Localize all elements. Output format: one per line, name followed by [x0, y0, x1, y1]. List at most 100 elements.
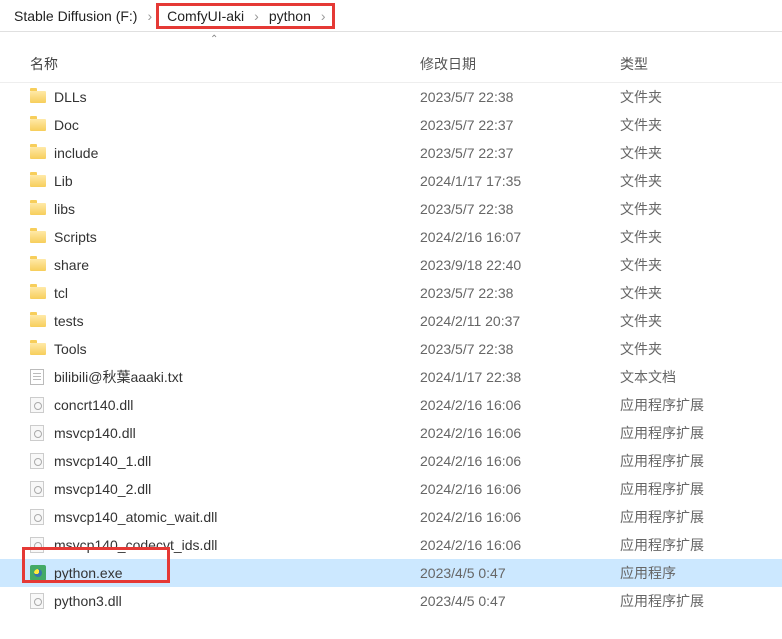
- breadcrumb-seg1[interactable]: ComfyUI-aki: [161, 6, 250, 26]
- folder-icon: [30, 259, 46, 271]
- file-row[interactable]: Tools2023/5/7 22:38文件夹: [0, 335, 782, 363]
- dll-icon: [30, 537, 44, 553]
- file-row[interactable]: DLLs2023/5/7 22:38文件夹: [0, 83, 782, 111]
- folder-icon: [30, 175, 46, 187]
- file-row[interactable]: include2023/5/7 22:37文件夹: [0, 139, 782, 167]
- file-name: Scripts: [54, 229, 420, 245]
- file-row[interactable]: share2023/9/18 22:40文件夹: [0, 251, 782, 279]
- file-type: 文件夹: [620, 171, 760, 191]
- file-type: 应用程序扩展: [620, 395, 760, 415]
- file-type: 文本文档: [620, 367, 760, 387]
- file-name: msvcp140_2.dll: [54, 481, 420, 497]
- folder-icon: [30, 315, 46, 327]
- file-row[interactable]: msvcp140_2.dll2024/2/16 16:06应用程序扩展: [0, 475, 782, 503]
- file-type: 文件夹: [620, 199, 760, 219]
- file-type: 应用程序扩展: [620, 591, 760, 611]
- chevron-right-icon: ›: [250, 8, 263, 24]
- file-type: 文件夹: [620, 227, 760, 247]
- file-name: Tools: [54, 341, 420, 357]
- file-date: 2023/9/18 22:40: [420, 257, 620, 273]
- file-row[interactable]: tests2024/2/11 20:37文件夹: [0, 307, 782, 335]
- folder-icon: [30, 287, 46, 299]
- file-row[interactable]: python3.dll2023/4/5 0:47应用程序扩展: [0, 587, 782, 615]
- file-type: 应用程序扩展: [620, 423, 760, 443]
- breadcrumb-root[interactable]: Stable Diffusion (F:): [8, 6, 143, 26]
- file-row[interactable]: Scripts2024/2/16 16:07文件夹: [0, 223, 782, 251]
- file-name: msvcp140_1.dll: [54, 453, 420, 469]
- chevron-right-icon: ›: [143, 8, 156, 24]
- file-type: 应用程序扩展: [620, 479, 760, 499]
- file-date: 2023/5/7 22:38: [420, 341, 620, 357]
- file-date: 2024/2/16 16:07: [420, 229, 620, 245]
- file-name: bilibili@秋葉aaaki.txt: [54, 367, 420, 387]
- file-name: tests: [54, 313, 420, 329]
- file-name: msvcp140_atomic_wait.dll: [54, 509, 420, 525]
- file-type: 文件夹: [620, 115, 760, 135]
- file-date: 2024/2/16 16:06: [420, 537, 620, 553]
- file-date: 2024/2/16 16:06: [420, 509, 620, 525]
- file-name: include: [54, 145, 420, 161]
- header-type[interactable]: 类型: [620, 54, 760, 74]
- file-name: msvcp140_codecvt_ids.dll: [54, 537, 420, 553]
- dll-icon: [30, 593, 44, 609]
- file-date: 2023/5/7 22:37: [420, 145, 620, 161]
- header-date[interactable]: 修改日期: [420, 54, 620, 74]
- dll-icon: [30, 397, 44, 413]
- file-name: msvcp140.dll: [54, 425, 420, 441]
- file-type: 文件夹: [620, 311, 760, 331]
- dll-icon: [30, 481, 44, 497]
- file-row[interactable]: concrt140.dll2024/2/16 16:06应用程序扩展: [0, 391, 782, 419]
- header-name[interactable]: 名称: [30, 54, 420, 74]
- file-row[interactable]: msvcp140_codecvt_ids.dll2024/2/16 16:06应…: [0, 531, 782, 559]
- breadcrumb[interactable]: Stable Diffusion (F:) › ComfyUI-aki › py…: [0, 0, 782, 32]
- txt-icon: [30, 369, 44, 385]
- file-date: 2023/5/7 22:38: [420, 285, 620, 301]
- file-type: 应用程序扩展: [620, 507, 760, 527]
- exe-icon: [30, 565, 46, 581]
- folder-icon: [30, 203, 46, 215]
- file-date: 2024/2/16 16:06: [420, 453, 620, 469]
- file-row[interactable]: msvcp140_atomic_wait.dll2024/2/16 16:06应…: [0, 503, 782, 531]
- file-row[interactable]: msvcp140_1.dll2024/2/16 16:06应用程序扩展: [0, 447, 782, 475]
- file-name: Lib: [54, 173, 420, 189]
- file-row[interactable]: msvcp140.dll2024/2/16 16:06应用程序扩展: [0, 419, 782, 447]
- file-name: Doc: [54, 117, 420, 133]
- file-row[interactable]: bilibili@秋葉aaaki.txt2024/1/17 22:38文本文档: [0, 363, 782, 391]
- chevron-right-icon: ›: [317, 8, 330, 24]
- file-type: 应用程序扩展: [620, 535, 760, 555]
- folder-icon: [30, 91, 46, 103]
- folder-icon: [30, 231, 46, 243]
- file-date: 2024/2/16 16:06: [420, 481, 620, 497]
- breadcrumb-seg2[interactable]: python: [263, 6, 317, 26]
- file-name: libs: [54, 201, 420, 217]
- file-list: DLLs2023/5/7 22:38文件夹Doc2023/5/7 22:37文件…: [0, 83, 782, 615]
- file-name: DLLs: [54, 89, 420, 105]
- dll-icon: [30, 509, 44, 525]
- folder-icon: [30, 147, 46, 159]
- file-row[interactable]: python.exe2023/4/5 0:47应用程序: [0, 559, 782, 587]
- file-row[interactable]: Lib2024/1/17 17:35文件夹: [0, 167, 782, 195]
- folder-icon: [30, 119, 46, 131]
- file-name: concrt140.dll: [54, 397, 420, 413]
- file-row[interactable]: libs2023/5/7 22:38文件夹: [0, 195, 782, 223]
- file-date: 2024/2/16 16:06: [420, 397, 620, 413]
- file-date: 2023/5/7 22:38: [420, 201, 620, 217]
- file-type: 文件夹: [620, 283, 760, 303]
- file-row[interactable]: Doc2023/5/7 22:37文件夹: [0, 111, 782, 139]
- file-name: tcl: [54, 285, 420, 301]
- file-date: 2023/5/7 22:38: [420, 89, 620, 105]
- dll-icon: [30, 453, 44, 469]
- file-date: 2023/5/7 22:37: [420, 117, 620, 133]
- file-type: 文件夹: [620, 87, 760, 107]
- breadcrumb-highlight: ComfyUI-aki › python ›: [156, 3, 334, 29]
- file-row[interactable]: tcl2023/5/7 22:38文件夹: [0, 279, 782, 307]
- dll-icon: [30, 425, 44, 441]
- file-name: python.exe: [54, 565, 420, 581]
- file-date: 2024/2/16 16:06: [420, 425, 620, 441]
- file-type: 文件夹: [620, 255, 760, 275]
- caret-up-icon: ⌃: [210, 34, 218, 45]
- file-date: 2024/1/17 22:38: [420, 369, 620, 385]
- file-date: 2024/2/11 20:37: [420, 313, 620, 329]
- file-name: share: [54, 257, 420, 273]
- file-name: python3.dll: [54, 593, 420, 609]
